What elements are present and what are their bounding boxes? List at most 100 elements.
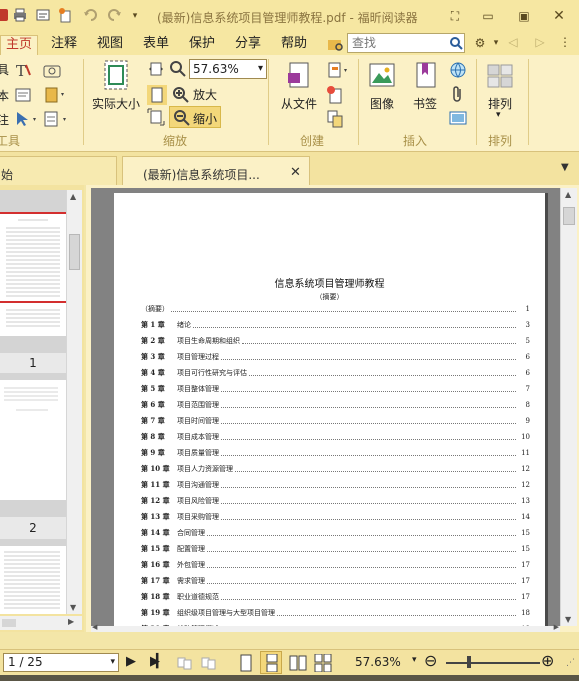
- resize-grip-icon[interactable]: ⋰: [566, 658, 575, 668]
- page-canvas[interactable]: 信息系统项目管理师教程 （摘要） （摘要） 1 第 1 章 绪论 3 第 2 章 项目生命周…: [91, 188, 560, 626]
- redo-icon[interactable]: [106, 7, 122, 23]
- new-pdf-icon[interactable]: [326, 85, 344, 105]
- arrange-dropdown-icon[interactable]: ▾: [496, 110, 501, 120]
- image-icon[interactable]: [368, 61, 396, 89]
- typewriter-icon[interactable]: T: [14, 61, 34, 79]
- gear-icon[interactable]: ⚙: [472, 36, 488, 50]
- new-star-icon[interactable]: [57, 7, 73, 23]
- page-thumbnail-3[interactable]: [0, 546, 66, 614]
- quick-access-dropdown-icon[interactable]: ▾: [127, 9, 143, 23]
- doc-scroll-thumb[interactable]: [563, 207, 575, 225]
- toc-row[interactable]: 第 3 章 项目管理过程 6: [141, 349, 530, 365]
- page-number-field[interactable]: 1 / 25 ▾: [3, 653, 119, 672]
- zoom-tool-icon[interactable]: [169, 60, 187, 78]
- zoom-slider-handle[interactable]: [467, 656, 471, 668]
- toc-row[interactable]: 第 7 章 项目时间管理 9: [141, 413, 530, 429]
- next-page-icon[interactable]: ▶: [126, 654, 136, 669]
- tab-document[interactable]: (最新)信息系统项目... ✕: [122, 156, 310, 185]
- tab-view[interactable]: 视图: [97, 35, 123, 55]
- tab-list-dropdown-icon[interactable]: ▼: [561, 162, 569, 173]
- toc-row[interactable]: 第 5 章 项目整体管理 7: [141, 381, 530, 397]
- status-zoom-dropdown-icon[interactable]: ▾: [412, 655, 417, 665]
- toc-row[interactable]: 第 16 章外包管理 17: [141, 557, 530, 573]
- page-dropdown-icon[interactable]: ▾: [110, 654, 115, 671]
- toc-row[interactable]: 第 19 章组织级项目管理与大型项目管理 18: [141, 605, 530, 621]
- page-thumbnail-1[interactable]: [0, 212, 66, 336]
- link-globe-icon[interactable]: [449, 61, 467, 79]
- toc-row[interactable]: 第 17 章需求管理 17: [141, 573, 530, 589]
- toc-row[interactable]: 第 14 章合同管理 15: [141, 525, 530, 541]
- tab-form[interactable]: 表单: [143, 35, 169, 55]
- zoom-out-minus-icon[interactable]: ⊖: [424, 651, 437, 670]
- search-folder-icon[interactable]: [327, 36, 345, 53]
- nav-back-icon[interactable]: ◁: [505, 35, 521, 49]
- doc-hscroll-left-icon[interactable]: ◀: [92, 623, 97, 631]
- clipboard-icon[interactable]: [42, 85, 68, 103]
- thumb-scroll-down-icon[interactable]: ▼: [70, 603, 76, 612]
- minimize-button[interactable]: ▭: [480, 9, 496, 23]
- zoom-in-icon[interactable]: [172, 86, 190, 104]
- arrange-icon[interactable]: [486, 63, 514, 89]
- edit-object-icon[interactable]: [42, 110, 70, 128]
- actual-size-button[interactable]: 实际大小: [92, 95, 140, 112]
- tab-home[interactable]: 主页: [0, 35, 39, 55]
- search-icon[interactable]: [449, 36, 463, 50]
- nav-forward-icon[interactable]: ▷: [532, 35, 548, 49]
- tool-stub-3[interactable]: 注: [0, 111, 9, 128]
- restore-button[interactable]: ▣: [516, 9, 532, 23]
- zoom-in-button[interactable]: 放大: [193, 86, 217, 103]
- next-view-icon[interactable]: [200, 655, 218, 671]
- select-tool-icon[interactable]: [14, 110, 40, 128]
- last-page-icon[interactable]: ▶▎: [150, 654, 166, 669]
- toc-row[interactable]: 第 8 章 项目成本管理 10: [141, 429, 530, 445]
- toc-row[interactable]: 第 11 章项目沟通管理 12: [141, 477, 530, 493]
- toc-row[interactable]: 第 1 章 绪论 3: [141, 317, 530, 333]
- pdf-page[interactable]: 信息系统项目管理师教程 （摘要） （摘要） 1 第 1 章 绪论 3 第 2 章 项目生命周…: [114, 193, 545, 626]
- fullscreen-icon[interactable]: ⛶: [447, 9, 463, 23]
- close-tab-icon[interactable]: ✕: [290, 165, 301, 180]
- toc-row[interactable]: 第 15 章配置管理 15: [141, 541, 530, 557]
- zoom-out-button[interactable]: 缩小: [169, 106, 221, 128]
- toc-row[interactable]: 第 2 章 项目生命周期和组织 5: [141, 333, 530, 349]
- search-field[interactable]: [347, 33, 465, 53]
- doc-scroll-down-icon[interactable]: ▼: [565, 615, 571, 624]
- doc-hscroll-right-icon[interactable]: ▶: [554, 623, 559, 631]
- thumb-scroll-thumb[interactable]: [69, 234, 80, 270]
- document-hscrollbar[interactable]: ◀ ▶: [91, 623, 560, 632]
- toc-row[interactable]: 第 13 章项目采购管理 14: [141, 509, 530, 525]
- single-page-icon[interactable]: [239, 654, 253, 672]
- thumbnail-hscrollbar[interactable]: ▶: [0, 616, 82, 630]
- tab-share[interactable]: 分享: [235, 35, 261, 55]
- actual-size-icon[interactable]: [101, 59, 131, 91]
- thumb-hscroll-thumb[interactable]: [2, 619, 16, 627]
- bookmark-icon[interactable]: [414, 61, 438, 89]
- from-file-button[interactable]: 从文件: [281, 95, 317, 112]
- comment-icon[interactable]: [14, 87, 34, 105]
- video-icon[interactable]: [449, 110, 467, 126]
- continuous-facing-icon[interactable]: [314, 654, 332, 672]
- thumb-hscroll-right-icon[interactable]: ▶: [68, 617, 74, 626]
- zoom-dropdown-icon[interactable]: ▾: [258, 60, 263, 78]
- tab-start[interactable]: 始: [0, 156, 117, 185]
- toc-row[interactable]: 第 10 章项目人力资源管理 12: [141, 461, 530, 477]
- toc-row[interactable]: （摘要） 1: [141, 301, 530, 317]
- snapshot-icon[interactable]: [42, 62, 62, 78]
- image-button[interactable]: 图像: [370, 95, 394, 112]
- toc-row[interactable]: 第 6 章 项目范围管理 8: [141, 397, 530, 413]
- zoom-in-plus-icon[interactable]: ⊕: [541, 651, 554, 670]
- toc-row[interactable]: 第 18 章职业道德规范 17: [141, 589, 530, 605]
- fit-visible-icon[interactable]: [147, 108, 165, 126]
- properties-icon[interactable]: [35, 7, 51, 23]
- zoom-slider-track[interactable]: [446, 662, 540, 664]
- tab-comment[interactable]: 注释: [51, 35, 77, 55]
- tool-stub-2[interactable]: 本: [0, 87, 9, 104]
- zoom-level-select[interactable]: 57.63% ▾: [189, 59, 267, 79]
- undo-icon[interactable]: [83, 7, 99, 23]
- previous-view-icon[interactable]: [176, 655, 194, 671]
- tool-stub-1[interactable]: 具: [0, 61, 9, 78]
- ribbon-options-icon[interactable]: ⋮: [557, 35, 573, 49]
- fit-width-icon[interactable]: [147, 85, 167, 105]
- toc-row[interactable]: 第 12 章项目风险管理 13: [141, 493, 530, 509]
- continuous-page-button[interactable]: [260, 651, 282, 674]
- toc-row[interactable]: 第 4 章 项目可行性研究与评估 6: [141, 365, 530, 381]
